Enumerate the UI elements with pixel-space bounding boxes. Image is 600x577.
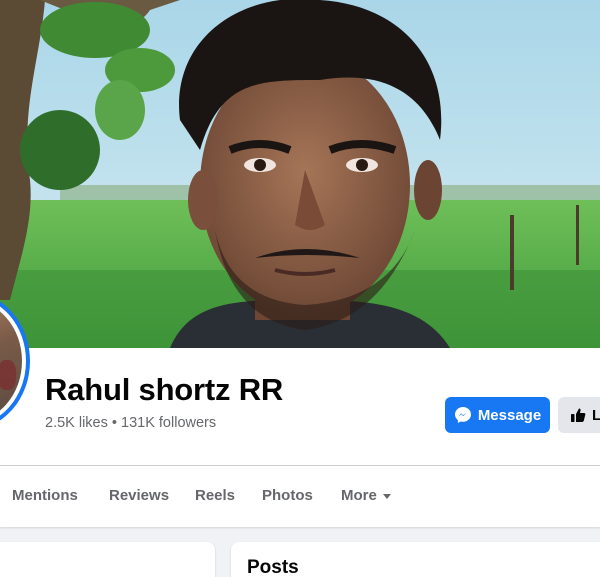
like-button[interactable]: Like bbox=[558, 397, 600, 433]
page-stats: 2.5K likes • 131K followers bbox=[45, 415, 216, 431]
posts-heading: Posts bbox=[247, 557, 299, 577]
messenger-icon bbox=[454, 406, 472, 424]
intro-card bbox=[0, 542, 215, 577]
tab-photos[interactable]: Photos bbox=[262, 487, 313, 504]
facebook-page-profile: Rahul shortz RR 2.5K likes • 131K follow… bbox=[0, 0, 600, 577]
thumbs-up-icon bbox=[570, 407, 586, 423]
likes-count[interactable]: 2.5K likes bbox=[45, 415, 108, 431]
tab-more-label: More bbox=[341, 487, 377, 504]
message-button-label: Message bbox=[477, 406, 542, 424]
caret-down-icon bbox=[382, 493, 391, 499]
page-title: Rahul shortz RR bbox=[45, 372, 284, 407]
tab-reels[interactable]: Reels bbox=[195, 487, 235, 504]
tab-reviews[interactable]: Reviews bbox=[109, 487, 169, 504]
tab-more[interactable]: More bbox=[341, 487, 391, 504]
message-button[interactable]: Message bbox=[445, 397, 550, 433]
like-button-label: Like bbox=[592, 406, 600, 424]
tab-mentions[interactable]: Mentions bbox=[12, 487, 78, 504]
cover-photo-image bbox=[0, 0, 600, 348]
stats-separator: • bbox=[107, 415, 122, 431]
cover-photo[interactable] bbox=[0, 0, 600, 348]
followers-count[interactable]: 131K followers bbox=[121, 415, 216, 431]
